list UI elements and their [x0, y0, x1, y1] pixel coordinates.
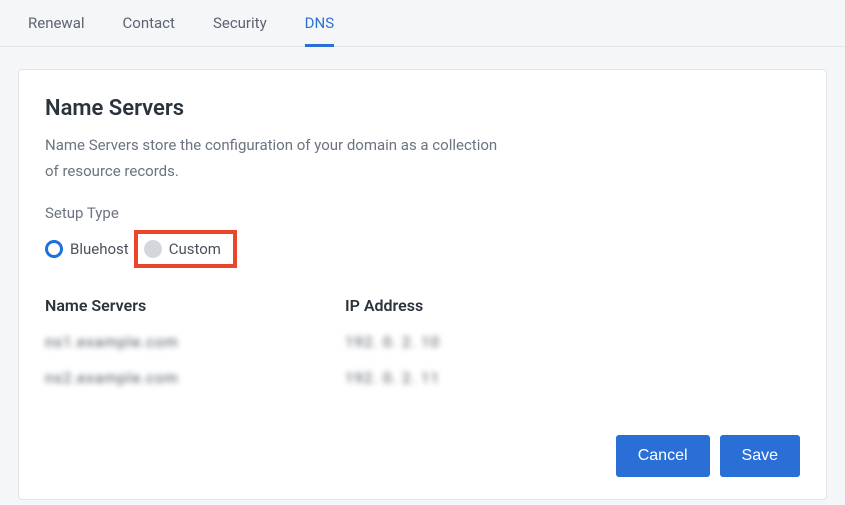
radio-custom[interactable]: Custom — [144, 240, 221, 258]
ns-columns: Name Servers ns1.example.com ns2.example… — [45, 296, 800, 405]
tab-renewal[interactable]: Renewal — [28, 14, 85, 46]
save-button[interactable]: Save — [720, 435, 800, 477]
ns-value: ns1.example.com — [45, 333, 255, 351]
radio-icon — [45, 240, 63, 258]
card-description: Name Servers store the configuration of … — [45, 133, 505, 184]
card-title: Name Servers — [45, 96, 800, 121]
ns-value: ns2.example.com — [45, 369, 255, 387]
setup-type-radios: Bluehost Custom — [45, 230, 800, 268]
setup-type-label: Setup Type — [45, 204, 800, 222]
radio-icon — [144, 240, 162, 258]
radio-bluehost[interactable]: Bluehost — [45, 240, 129, 258]
radio-custom-label: Custom — [169, 240, 221, 258]
ip-address-column: IP Address 192. 0. 2. 10 192. 0. 2. 11 — [345, 296, 525, 405]
ip-value: 192. 0. 2. 11 — [345, 369, 525, 387]
radio-bluehost-label: Bluehost — [70, 240, 129, 258]
tabs-bar: Renewal Contact Security DNS — [0, 0, 845, 47]
ip-value: 192. 0. 2. 10 — [345, 333, 525, 351]
tab-security[interactable]: Security — [213, 14, 267, 46]
tab-contact[interactable]: Contact — [123, 14, 175, 46]
cancel-button[interactable]: Cancel — [616, 435, 710, 477]
ns-column-header: Name Servers — [45, 296, 255, 315]
name-servers-column: Name Servers ns1.example.com ns2.example… — [45, 296, 255, 405]
name-servers-card: Name Servers Name Servers store the conf… — [18, 69, 827, 500]
ip-column-header: IP Address — [345, 296, 525, 315]
custom-highlight: Custom — [134, 230, 237, 268]
tab-dns[interactable]: DNS — [305, 14, 334, 46]
card-actions: Cancel Save — [45, 435, 800, 477]
